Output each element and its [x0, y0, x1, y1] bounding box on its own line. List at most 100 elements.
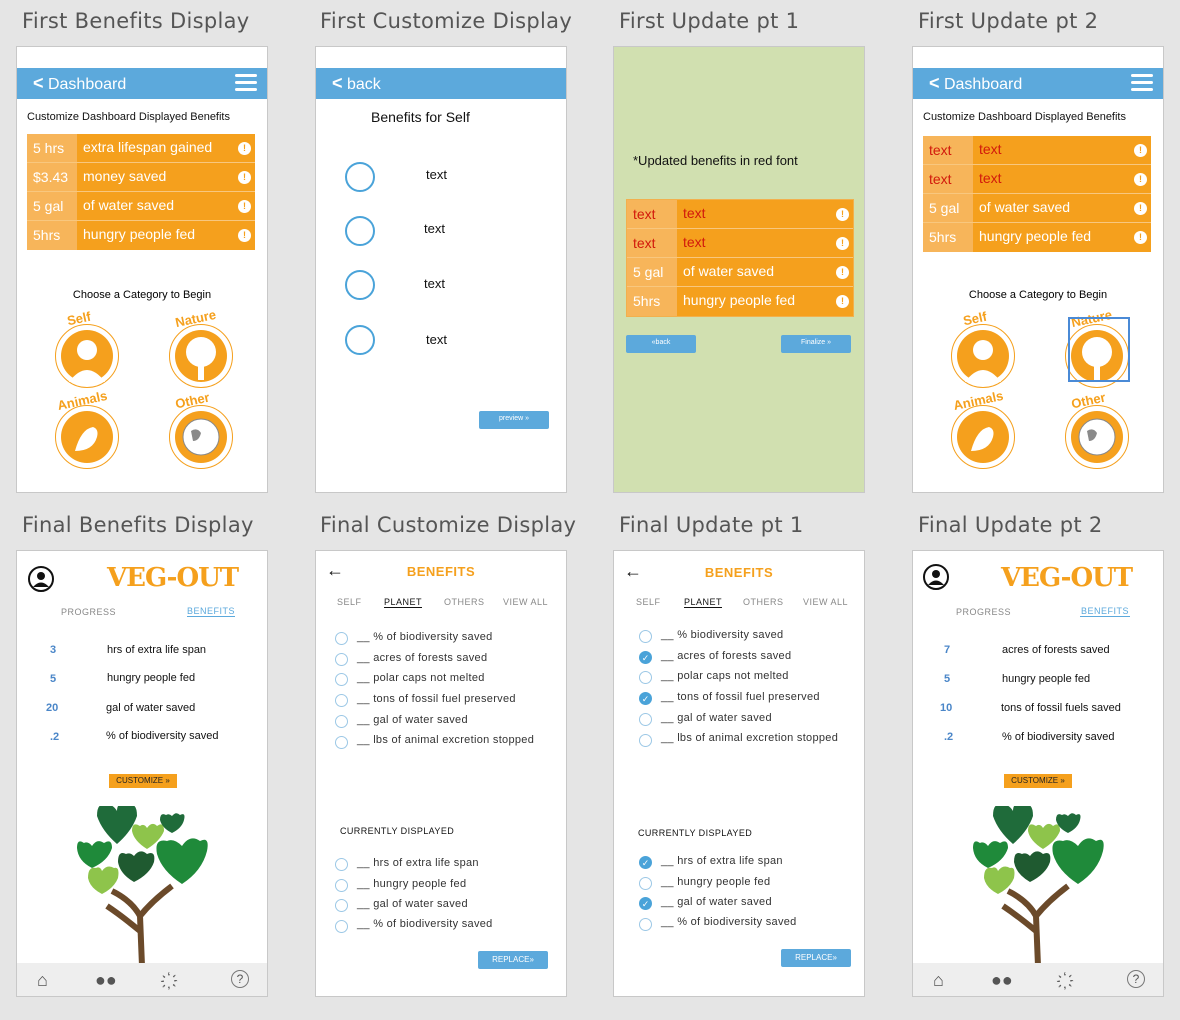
back-dashboard-button[interactable]: < Dashboard	[33, 73, 126, 94]
help-icon[interactable]: ?	[1127, 970, 1145, 988]
replace-button[interactable]: REPLACE»	[781, 949, 851, 967]
info-icon[interactable]: !	[1134, 173, 1147, 186]
user-avatar-icon[interactable]	[922, 563, 950, 591]
option-checkbox[interactable]	[335, 694, 348, 707]
back-dashboard-button[interactable]: < Dashboard	[929, 73, 1022, 94]
category-animals-button[interactable]	[55, 405, 119, 469]
benefit-row[interactable]: 5 gal of water saved!	[923, 194, 1151, 223]
info-icon[interactable]: !	[836, 208, 849, 221]
people-icon[interactable]: ●●	[991, 970, 1013, 991]
info-icon[interactable]: !	[836, 237, 849, 250]
category-self-button[interactable]	[55, 324, 119, 388]
category-nature-button[interactable]	[169, 324, 233, 388]
radio-option[interactable]	[345, 325, 375, 355]
customize-button[interactable]: CUSTOMIZE »	[109, 774, 177, 788]
benefit-row[interactable]: 5hrs hungry people fed!	[627, 287, 853, 316]
option-checkbox[interactable]	[335, 736, 348, 749]
option-label: __ gal of water saved	[357, 714, 468, 726]
customize-button[interactable]: CUSTOMIZE »	[1004, 774, 1072, 788]
benefit-row[interactable]: 5 gal of water saved!	[627, 258, 853, 287]
tab-view-all[interactable]: VIEW ALL	[503, 597, 548, 607]
tab-others[interactable]: OTHERS	[444, 597, 485, 607]
category-other-button[interactable]	[169, 405, 233, 469]
option-checkbox[interactable]	[335, 715, 348, 728]
current-checkbox-checked[interactable]: ✓	[639, 856, 652, 869]
home-icon[interactable]: ⌂	[933, 970, 944, 991]
option-checkbox-checked[interactable]: ✓	[639, 651, 652, 664]
category-self-button[interactable]	[951, 324, 1015, 388]
hamburger-icon[interactable]	[1131, 74, 1153, 95]
info-icon[interactable]: !	[238, 200, 251, 213]
benefit-row[interactable]: 5 gal of water saved!	[27, 192, 255, 221]
back-button[interactable]: «back	[626, 335, 696, 353]
info-icon[interactable]: !	[238, 229, 251, 242]
tab-others[interactable]: OTHERS	[743, 597, 784, 607]
current-checkbox[interactable]	[335, 858, 348, 871]
home-icon[interactable]: ⌂	[37, 970, 48, 991]
benefit-row[interactable]: text text!	[923, 165, 1151, 194]
benefit-row[interactable]: text text!	[627, 200, 853, 229]
nav-label: back	[346, 76, 381, 93]
radio-option[interactable]	[345, 216, 375, 246]
radio-option[interactable]	[345, 270, 375, 300]
benefit-row[interactable]: $3.43 money saved!	[27, 163, 255, 192]
preview-button[interactable]: preview »	[479, 411, 549, 429]
back-button[interactable]: < back	[332, 73, 381, 94]
current-checkbox[interactable]	[335, 899, 348, 912]
option-checkbox[interactable]	[335, 673, 348, 686]
tab-self[interactable]: SELF	[636, 597, 661, 607]
option-checkbox[interactable]	[639, 630, 652, 643]
radio-option[interactable]	[345, 162, 375, 192]
benefit-row[interactable]: 5 hrs extra lifespan gained!	[27, 134, 255, 163]
current-label: __ % of biodiversity saved	[661, 916, 797, 928]
benefit-label: hungry people fed	[83, 226, 196, 242]
benefit-label: text	[683, 234, 706, 250]
category-other-button[interactable]	[1065, 405, 1129, 469]
option-checkbox[interactable]	[639, 734, 652, 747]
category-animals-button[interactable]	[951, 405, 1015, 469]
info-icon[interactable]: !	[238, 142, 251, 155]
finalize-button[interactable]: Finalize »	[781, 335, 851, 353]
tab-view-all[interactable]: VIEW ALL	[803, 597, 848, 607]
current-checkbox[interactable]	[335, 879, 348, 892]
benefit-row[interactable]: text text!	[627, 229, 853, 258]
tab-benefits[interactable]: BENEFITS	[187, 606, 235, 617]
veg-out-logo: VEG-OUT	[107, 563, 239, 593]
tab-progress[interactable]: PROGRESS	[61, 607, 116, 617]
user-avatar-icon[interactable]	[27, 565, 55, 593]
nav-label: Dashboard	[47, 76, 127, 93]
replace-button[interactable]: REPLACE»	[478, 951, 548, 969]
option-checkbox[interactable]	[335, 632, 348, 645]
info-icon[interactable]: !	[836, 266, 849, 279]
stat-label: hungry people fed	[1002, 673, 1091, 685]
screen-first-benefits: < Dashboard Customize Dashboard Displaye…	[16, 46, 268, 493]
current-checkbox[interactable]	[639, 877, 652, 890]
benefit-row[interactable]: 5hrs hungry people fed!	[27, 221, 255, 250]
people-icon[interactable]: ●●	[95, 970, 117, 991]
option-checkbox[interactable]	[335, 653, 348, 666]
info-icon[interactable]: !	[836, 295, 849, 308]
tab-self[interactable]: SELF	[337, 597, 362, 607]
option-checkbox[interactable]	[639, 713, 652, 726]
current-checkbox[interactable]	[639, 918, 652, 931]
current-label: __ % of biodiversity saved	[357, 918, 493, 930]
tree-hearts-illustration	[973, 806, 1104, 966]
option-checkbox-checked[interactable]: ✓	[639, 692, 652, 705]
hamburger-icon[interactable]	[235, 74, 257, 95]
caption-final-benefits: Final Benefits Display	[22, 513, 254, 537]
info-icon[interactable]: !	[1134, 202, 1147, 215]
current-checkbox[interactable]	[335, 920, 348, 933]
tab-planet[interactable]: PLANET	[384, 597, 423, 608]
benefit-row[interactable]: 5hrs hungry people fed!	[923, 223, 1151, 252]
tab-progress[interactable]: PROGRESS	[956, 607, 1011, 617]
info-icon[interactable]: !	[1134, 231, 1147, 244]
tab-planet[interactable]: PLANET	[684, 597, 723, 608]
option-checkbox[interactable]	[639, 671, 652, 684]
info-icon[interactable]: !	[1134, 144, 1147, 157]
current-checkbox-checked[interactable]: ✓	[639, 897, 652, 910]
benefit-row[interactable]: text text!	[923, 136, 1151, 165]
info-icon[interactable]: !	[238, 171, 251, 184]
option-label: __ polar caps not melted	[357, 672, 485, 684]
help-icon[interactable]: ?	[231, 970, 249, 988]
tab-benefits[interactable]: BENEFITS	[1080, 606, 1130, 617]
